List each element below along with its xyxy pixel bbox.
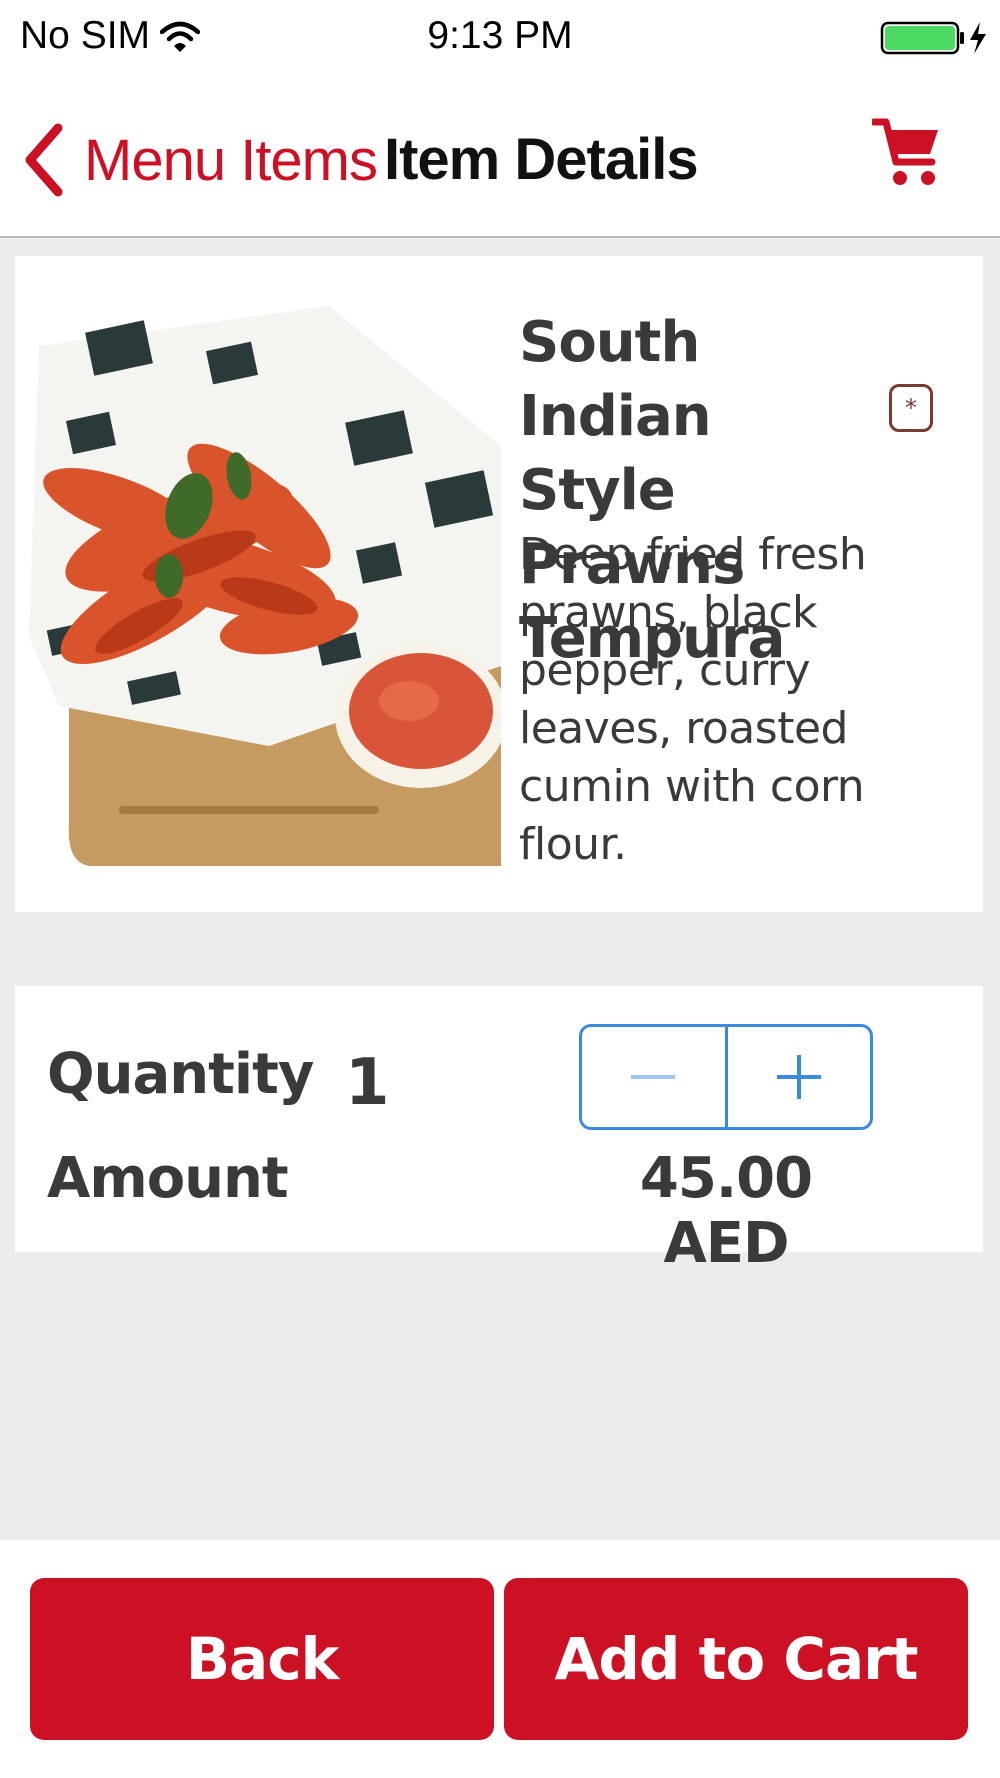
amount-label: Amount bbox=[47, 1146, 289, 1211]
plus-icon bbox=[776, 1055, 821, 1099]
order-summary-card: Quantity 1 Amount 45.00 AED bbox=[15, 986, 983, 1276]
quantity-value: 1 bbox=[345, 1046, 390, 1120]
bottom-action-bar: Back Add to Cart bbox=[0, 1540, 1000, 1778]
prawns-tempura-photo bbox=[29, 306, 501, 866]
page-title: Item Details bbox=[384, 127, 699, 192]
minus-icon bbox=[631, 1075, 676, 1079]
back-nav-label: Menu Items bbox=[84, 127, 378, 193]
item-card: South Indian Style Prawns Tempura * Deep… bbox=[15, 256, 983, 912]
status-bar: No SIM 9:13 PM bbox=[0, 0, 1000, 76]
shopping-cart-icon[interactable] bbox=[872, 112, 942, 192]
item-description: Deep fried fresh prawns, black pepper, c… bbox=[519, 529, 867, 870]
increment-button[interactable] bbox=[724, 1027, 871, 1127]
back-button[interactable]: Back bbox=[30, 1578, 494, 1740]
add-to-cart-button[interactable]: Add to Cart bbox=[504, 1578, 968, 1740]
clock-label: 9:13 PM bbox=[427, 14, 573, 57]
back-to-menu-items-link[interactable]: Menu Items bbox=[22, 120, 378, 200]
decrement-button[interactable] bbox=[582, 1027, 725, 1127]
dietary-badge-icon: * bbox=[889, 384, 933, 432]
chevron-left-icon bbox=[25, 123, 63, 197]
quantity-label: Quantity bbox=[47, 1042, 314, 1107]
quantity-stepper[interactable] bbox=[579, 1024, 873, 1130]
battery-charging-icon bbox=[880, 21, 986, 55]
navigation-bar: Menu Items Item Details bbox=[0, 76, 1000, 238]
amount-value: 45.00 AED bbox=[639, 1146, 813, 1276]
